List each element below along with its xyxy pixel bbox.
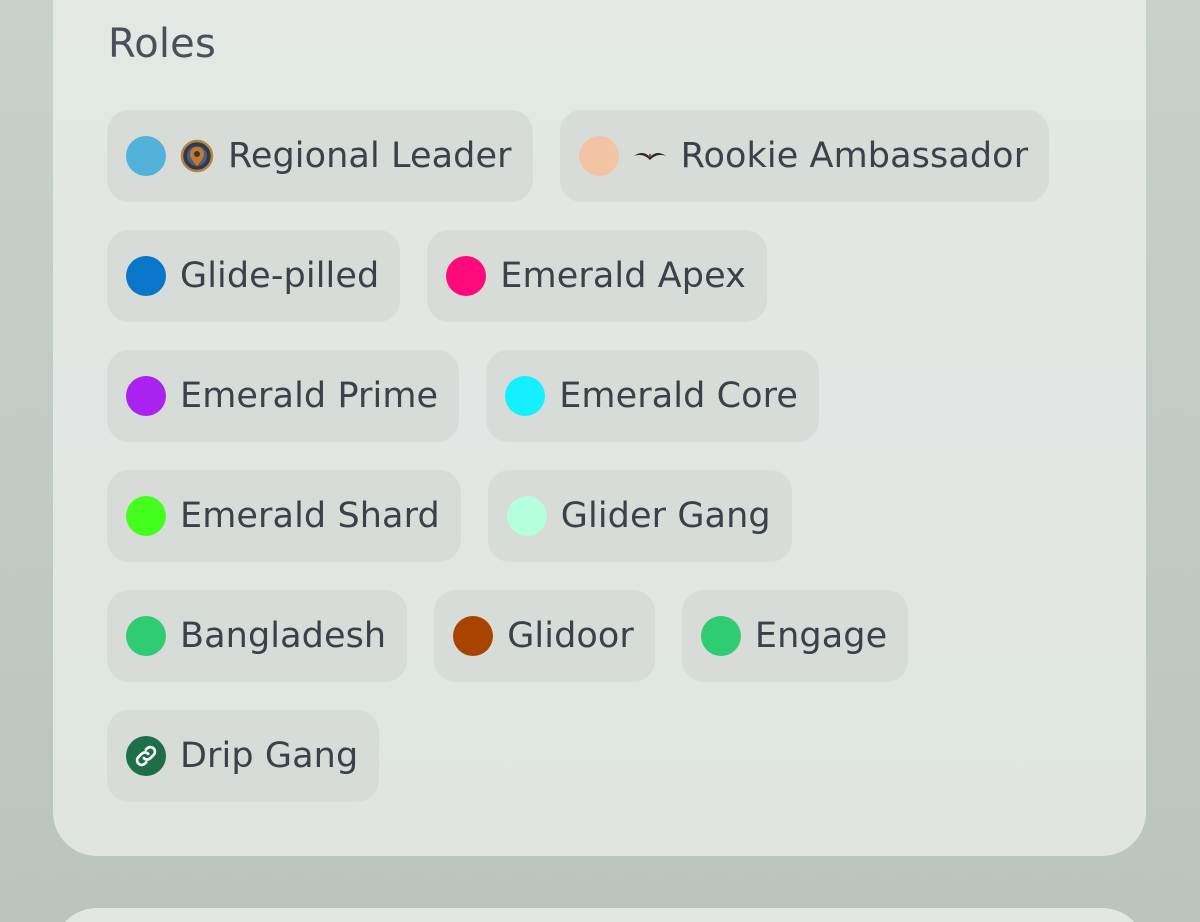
role-chip-emerald-prime[interactable]: Emerald Prime [107,350,460,442]
roles-row: Drip Gang [107,710,1117,802]
role-label: Glider Gang [560,496,771,536]
role-chip-glide-pilled[interactable]: Glide-pilled [107,230,401,322]
role-color-dot [505,376,546,416]
section-title: Roles [108,21,217,67]
roles-list: Regional Leader Rookie Ambassador Glide-… [107,110,1117,830]
role-color-dot [126,256,166,296]
role-label: Bangladesh [180,616,387,656]
role-label: Glidoor [507,616,634,656]
role-chip-emerald-apex[interactable]: Emerald Apex [427,230,767,322]
roles-row: Glide-pilled Emerald Apex [107,230,1117,322]
role-label: Glide-pilled [180,256,380,296]
role-label: Emerald Prime [180,376,439,416]
role-label: Engage [754,616,888,656]
role-label: Emerald Apex [500,256,746,296]
role-color-dot [126,496,166,536]
bird-wings-icon [633,139,667,173]
role-color-dot [700,616,741,656]
role-chip-regional-leader[interactable]: Regional Leader [107,110,533,202]
roles-row: Regional Leader Rookie Ambassador [107,110,1117,202]
role-chip-emerald-core[interactable]: Emerald Core [486,350,820,442]
link-icon [126,736,166,776]
role-color-dot [578,136,619,176]
role-color-dot [506,496,547,536]
role-chip-bangladesh[interactable]: Bangladesh [107,590,408,682]
role-chip-glider-gang[interactable]: Glider Gang [487,470,792,562]
role-label: Emerald Core [559,376,799,416]
role-label: Regional Leader [228,136,512,176]
role-color-dot [446,256,487,296]
role-color-dot [126,616,166,656]
roles-row: Emerald Shard Glider Gang [107,470,1117,562]
next-card [53,908,1146,922]
role-chip-engage[interactable]: Engage [681,590,909,682]
role-label: Emerald Shard [180,496,440,536]
role-color-dot [126,136,166,176]
badge-emblem-icon [180,139,214,173]
roles-row: Bangladesh Glidoor Engage [107,590,1117,682]
roles-row: Emerald Prime Emerald Core [107,350,1117,442]
role-chip-glidoor[interactable]: Glidoor [434,590,655,682]
role-label: Drip Gang [180,736,359,776]
role-color-dot [453,616,494,656]
role-color-dot [126,376,166,416]
role-chip-drip-gang[interactable]: Drip Gang [107,710,380,802]
role-chip-rookie-ambassador[interactable]: Rookie Ambassador [559,110,1050,202]
role-label: Rookie Ambassador [680,136,1029,176]
role-chip-emerald-shard[interactable]: Emerald Shard [107,470,461,562]
